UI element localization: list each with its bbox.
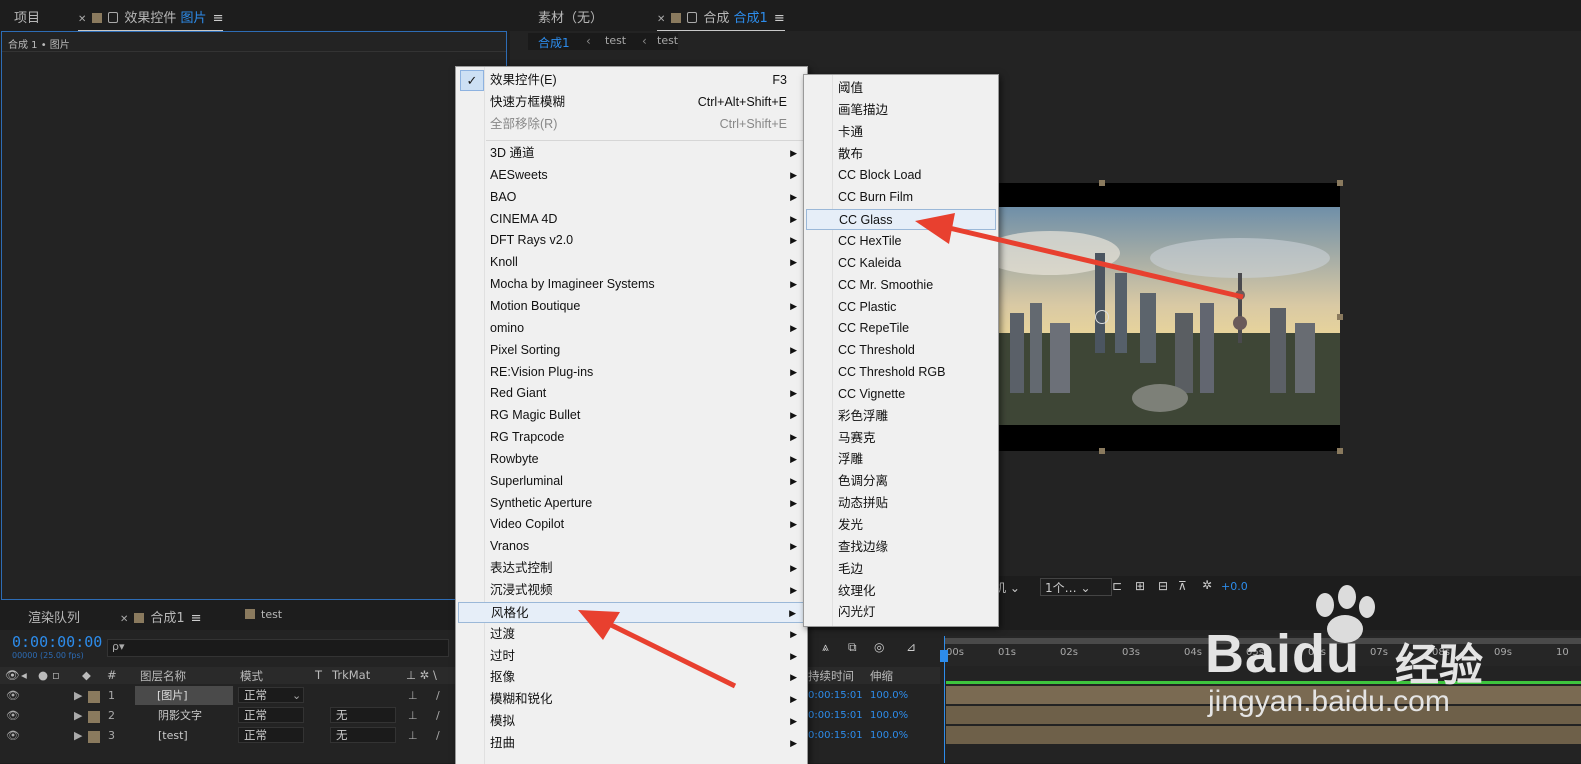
arrow-to-stylize <box>578 610 737 689</box>
baidu-watermark: Baidu 经验 jingyan.baidu.com <box>1200 585 1581 755</box>
watermark-cn: 经验 <box>1395 640 1483 691</box>
arrow-to-cc-glass <box>915 213 1244 300</box>
watermark-brand: Baidu <box>1205 624 1361 684</box>
watermark-url: jingyan.baidu.com <box>1208 685 1450 718</box>
